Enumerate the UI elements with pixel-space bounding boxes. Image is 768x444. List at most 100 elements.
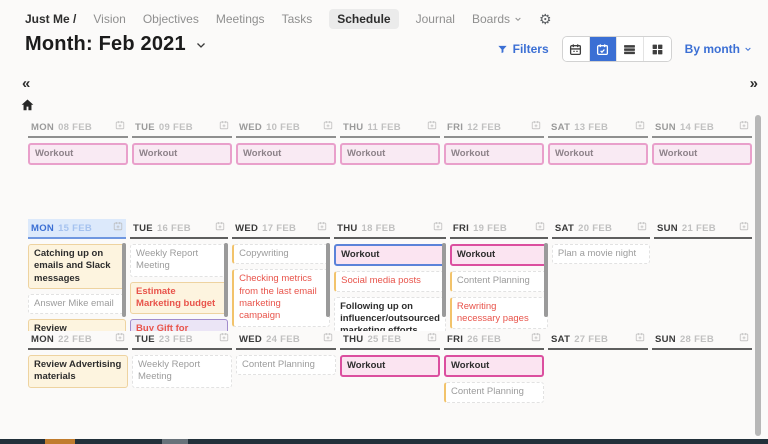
day-date-label: 23 FEB [159, 334, 193, 345]
schedule-card[interactable]: Workout [236, 143, 336, 165]
day-column: SAT27 FEB [548, 330, 648, 408]
day-column: FRI19 FEBWorkoutContent PlanningRewritin… [450, 219, 548, 331]
schedule-card[interactable]: Workout [652, 143, 752, 165]
schedule-card[interactable]: Review Advertising materials [28, 355, 128, 388]
day-date-label: 13 FEB [574, 122, 608, 133]
schedule-card[interactable]: Content Planning [236, 355, 336, 375]
add-event-icon[interactable] [323, 120, 333, 130]
column-scrollbar[interactable] [326, 243, 330, 317]
add-event-icon[interactable] [427, 332, 437, 342]
page-scrollbar[interactable] [755, 115, 761, 436]
day-column: TUE09 FEBWorkout [132, 118, 232, 170]
day-of-week-label: FRI [453, 223, 469, 234]
schedule-card[interactable]: Workout [340, 355, 440, 377]
day-column: THU11 FEB Workout [340, 118, 440, 170]
day-cards: Workout [444, 138, 544, 165]
add-event-icon[interactable] [113, 221, 123, 231]
column-scrollbar[interactable] [544, 243, 548, 317]
day-column: WED17 FEBCopywritingChecking metrics fro… [232, 219, 330, 331]
day-header: WED 24 FEB [236, 330, 336, 350]
day-cards: Workout [652, 138, 752, 165]
day-of-week-label: SUN [655, 334, 676, 345]
day-date-label: 17 FEB [262, 223, 296, 234]
schedule-card[interactable]: Rewriting necessary pages [450, 297, 548, 330]
day-column: FRI12 FEBWorkout [444, 118, 544, 170]
day-column: THU18 FEB Workout Social media posts Follow… [334, 219, 446, 331]
day-date-label: 24 FEB [266, 334, 300, 345]
day-cards: Workout [28, 138, 128, 165]
add-event-icon[interactable] [323, 332, 333, 342]
add-event-icon[interactable] [739, 332, 749, 342]
schedule-card[interactable]: Workout [334, 244, 446, 266]
schedule-card[interactable]: Following up on influencer/outsourced ma… [334, 297, 446, 331]
day-column: WED 24 FEB Content Planning [236, 330, 336, 408]
day-column: TUE16 FEB Weekly Report Meeting Estimate M… [130, 219, 228, 331]
add-event-icon[interactable] [317, 221, 327, 231]
day-header: SAT27 FEB [548, 330, 648, 350]
column-scrollbar[interactable] [224, 243, 228, 317]
day-cards: Workout [236, 138, 336, 165]
day-cards: Workout Content Planning [444, 350, 544, 403]
day-header: TUE16 FEB [130, 219, 228, 239]
day-date-label: 28 FEB [680, 334, 714, 345]
add-event-icon[interactable] [739, 120, 749, 130]
add-event-icon[interactable] [427, 120, 437, 130]
schedule-card[interactable]: Copywriting [232, 244, 330, 264]
week-row-1: MON08 FEBWorkoutTUE09 FEBWorkoutWED10 FE… [28, 118, 752, 170]
column-scrollbar[interactable] [122, 243, 126, 317]
add-event-icon[interactable] [635, 332, 645, 342]
schedule-card[interactable]: Workout [444, 143, 544, 165]
day-of-week-label: THU [343, 122, 363, 133]
day-column: SUN 28 FEB [652, 330, 752, 408]
day-column: WED10 FEBWorkout [236, 118, 336, 170]
schedule-card[interactable]: Weekly Report Meeting [132, 355, 232, 388]
schedule-card[interactable]: Content Planning [444, 382, 544, 402]
day-header: SUN14 FEB [652, 118, 752, 138]
day-cards: Workout [548, 138, 648, 165]
schedule-card[interactable]: Checking metrics from the last email mar… [232, 269, 330, 326]
schedule-card[interactable]: Workout [340, 143, 440, 165]
schedule-card[interactable]: Plan a movie night [552, 244, 650, 264]
schedule-card[interactable]: Social media posts [334, 271, 446, 291]
schedule-card[interactable]: Workout [28, 143, 128, 165]
add-event-icon[interactable] [115, 332, 125, 342]
day-header: THU25 FEB [340, 330, 440, 350]
day-header: SAT20 FEB [552, 219, 650, 239]
schedule-card[interactable]: Workout [132, 143, 232, 165]
day-date-label: 15 FEB [58, 223, 92, 234]
schedule-card[interactable]: Workout [450, 244, 548, 266]
add-event-icon[interactable] [219, 332, 229, 342]
day-header: SUN 28 FEB [652, 330, 752, 350]
schedule-card[interactable]: Weekly Report Meeting [130, 244, 228, 277]
day-header: THU11 FEB [340, 118, 440, 138]
day-cards: Workout Social media posts Following up on… [334, 239, 446, 331]
add-event-icon[interactable] [531, 120, 541, 130]
schedule-card[interactable]: Catching up on emails and Slack messages [28, 244, 126, 289]
add-event-icon[interactable] [535, 221, 545, 231]
add-event-icon[interactable] [637, 221, 647, 231]
day-header: THU18 FEB [334, 219, 446, 239]
day-cards: Plan a movie night [552, 239, 650, 331]
add-event-icon[interactable] [739, 221, 749, 231]
add-event-icon[interactable] [635, 120, 645, 130]
schedule-card[interactable]: Workout [548, 143, 648, 165]
schedule-card[interactable]: Answer Mike email [28, 294, 126, 314]
add-event-icon[interactable] [215, 221, 225, 231]
day-cards: Catching up on emails and Slack messages… [28, 239, 126, 331]
taskbar [0, 439, 768, 444]
add-event-icon[interactable] [433, 221, 443, 231]
day-of-week-label: WED [239, 334, 262, 345]
add-event-icon[interactable] [115, 120, 125, 130]
add-event-icon[interactable] [219, 120, 229, 130]
day-cards: Weekly Report Meeting [132, 350, 232, 388]
day-column: MON08 FEBWorkout [28, 118, 128, 170]
schedule-card[interactable]: Workout [444, 355, 544, 377]
day-header: MON22 FEB [28, 330, 128, 350]
add-event-icon[interactable] [531, 332, 541, 342]
day-date-label: 20 FEB [578, 223, 612, 234]
column-scrollbar[interactable] [442, 243, 446, 317]
day-cards: Workout [340, 350, 440, 377]
schedule-card[interactable]: Content Planning [450, 271, 548, 291]
schedule-card[interactable]: Estimate Marketing budget [130, 282, 228, 315]
day-column: MON15 FEBCatching up on emails and Slack… [28, 219, 126, 331]
